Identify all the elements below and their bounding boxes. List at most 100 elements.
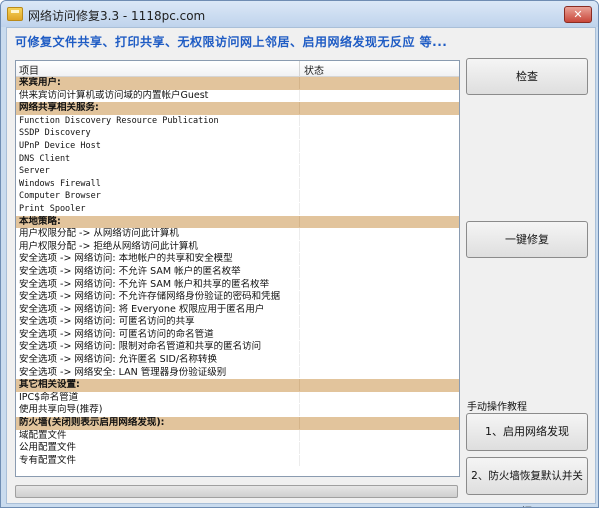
list-item[interactable]: 域配置文件 (16, 429, 459, 443)
title-bar[interactable]: 网络访问修复3.3 - 1118pc.com ✕ (1, 1, 598, 27)
column-header-item[interactable]: 项目 (19, 62, 39, 77)
item-label: DNS Client (19, 153, 71, 164)
item-label: 用户权限分配 -> 拒绝从网络访问此计算机 (19, 240, 198, 252)
window-title: 网络访问修复3.3 - 1118pc.com (28, 9, 206, 23)
list-item[interactable]: 公用配置文件 (16, 442, 459, 455)
list-item[interactable]: 安全选项 -> 网络访问: 可匿名访问的命名管道 (16, 328, 459, 342)
list-item[interactable]: 安全选项 -> 网络访问: 不允许 SAM 帐户和共享的匿名枚举 (16, 278, 459, 292)
list-item[interactable]: Function Discovery Resource Publication (16, 114, 459, 128)
item-label: 安全选项 -> 网络访问: 允许匿名 SID/名称转换 (19, 354, 218, 366)
cell-divider (299, 152, 300, 165)
item-label: 防火墙(关闭则表示启用网络发现): (19, 417, 165, 429)
list-item[interactable]: 安全选项 -> 网络访问: 可匿名访问的共享 (16, 316, 459, 329)
cell-divider (299, 404, 300, 417)
item-label: 网络共享相关服务: (19, 102, 99, 114)
cell-divider (299, 228, 300, 240)
app-window: 网络访问修复3.3 - 1118pc.com ✕ 可修复文件共享、打印共享、无权… (0, 0, 599, 508)
cell-divider (299, 265, 300, 278)
cell-divider (299, 215, 300, 228)
section-header-row[interactable]: 防火墙(关闭则表示启用网络发现): (16, 417, 459, 430)
column-divider[interactable] (299, 61, 300, 76)
item-label: 安全选项 -> 网络访问: 不允许 SAM 帐户的匿名枚举 (19, 265, 241, 277)
enable-network-discovery-button[interactable]: 1、启用网络发现 (466, 413, 588, 451)
app-icon (7, 7, 23, 21)
list-item[interactable]: 安全选项 -> 网络访问: 不允许存储网络身份验证的密码和凭据 (16, 291, 459, 304)
item-label: SSDP Discovery (19, 128, 91, 139)
item-label: 使用共享向导(推荐) (19, 404, 103, 416)
item-label: Server (19, 166, 50, 177)
cell-divider (299, 240, 300, 253)
item-label: Computer Browser (19, 191, 101, 202)
item-label: 专有配置文件 (19, 454, 77, 466)
list-item[interactable]: Server (16, 165, 459, 178)
section-header-row[interactable]: 网络共享相关服务: (16, 102, 459, 115)
item-label: 安全选项 -> 网络访问: 不允许存储网络身份验证的密码和凭据 (19, 291, 281, 303)
cell-divider (299, 177, 300, 190)
item-label: 供来宾访问计算机或访问域的内置帐户Guest (19, 89, 209, 101)
cell-divider (299, 454, 300, 467)
cell-divider (299, 417, 300, 429)
feature-banner: 可修复文件共享、打印共享、无权限访问网上邻居、启用网络发现无反应 等... (15, 35, 448, 49)
list-item[interactable]: Print Spooler (16, 202, 459, 216)
cell-divider (299, 391, 300, 404)
list-item[interactable]: Computer Browser (16, 190, 459, 203)
list-item[interactable]: 使用共享向导(推荐) (16, 404, 459, 417)
cell-divider (299, 291, 300, 303)
item-label: 安全选项 -> 网络访问: 本地帐户的共享和安全模型 (19, 253, 233, 265)
cell-divider (299, 354, 300, 366)
cell-divider (299, 190, 300, 202)
cell-divider (299, 139, 300, 152)
list-item[interactable]: 安全选项 -> 网络访问: 限制对命名管道和共享的匿名访问 (16, 341, 459, 354)
cell-divider (299, 253, 300, 265)
list-item[interactable]: 安全选项 -> 网络访问: 不允许 SAM 帐户的匿名枚举 (16, 265, 459, 279)
list-header: 项目 状态 (16, 61, 459, 77)
cell-divider (299, 165, 300, 177)
item-label: Function Discovery Resource Publication (19, 115, 219, 126)
section-header-row[interactable]: 来宾用户: (16, 77, 459, 90)
cell-divider (299, 89, 300, 102)
cell-divider (299, 328, 300, 341)
list-item[interactable]: 安全选项 -> 网络安全: LAN 管理器身份验证级别 (16, 366, 459, 380)
cell-divider (299, 127, 300, 139)
close-button[interactable]: ✕ (564, 6, 592, 23)
list-item[interactable]: 供来宾访问计算机或访问域的内置帐户Guest (16, 89, 459, 103)
cell-divider (299, 366, 300, 379)
item-label: Windows Firewall (19, 178, 101, 189)
list-item[interactable]: SSDP Discovery (16, 127, 459, 140)
list-item[interactable]: IPC$命名管道 (16, 391, 459, 405)
one-click-fix-button[interactable]: 一键修复 (466, 221, 588, 258)
item-label: 安全选项 -> 网络访问: 不允许 SAM 帐户和共享的匿名枚举 (19, 278, 270, 290)
list-item[interactable]: 安全选项 -> 网络访问: 允许匿名 SID/名称转换 (16, 354, 459, 367)
section-header-row[interactable]: 本地策略: (16, 215, 459, 229)
cell-divider (299, 341, 300, 354)
item-label: 本地策略: (19, 215, 61, 227)
cell-divider (299, 102, 300, 114)
cell-divider (299, 114, 300, 127)
item-label: 来宾用户: (19, 77, 61, 88)
status-list[interactable]: 项目 状态 来宾用户: 供来宾访问计算机或访问域的内置帐户Guest 网络共享相关服… (15, 60, 460, 477)
check-button[interactable]: 检查 (466, 58, 588, 95)
list-item[interactable]: DNS Client (16, 152, 459, 166)
list-item[interactable]: 安全选项 -> 网络访问: 将 Everyone 权限应用于匿名用户 (16, 303, 459, 317)
list-item[interactable]: 专有配置文件 (16, 454, 459, 468)
item-label: 安全选项 -> 网络安全: LAN 管理器身份验证级别 (19, 366, 227, 378)
cell-divider (299, 442, 300, 454)
cell-divider (299, 278, 300, 291)
cell-divider (299, 379, 300, 391)
list-item[interactable]: 用户权限分配 -> 从网络访问此计算机 (16, 228, 459, 241)
cell-divider (299, 316, 300, 328)
list-rows: 来宾用户: 供来宾访问计算机或访问域的内置帐户Guest 网络共享相关服务: Func… (16, 77, 459, 467)
list-item[interactable]: 安全选项 -> 网络访问: 本地帐户的共享和安全模型 (16, 253, 459, 266)
item-label: 安全选项 -> 网络访问: 可匿名访问的共享 (19, 316, 195, 328)
list-item[interactable]: UPnP Device Host (16, 139, 459, 153)
firewall-restore-button[interactable]: 2、防火墙恢复默认并关闭 (466, 457, 588, 507)
manual-tutorial-label: 手动操作教程 (467, 402, 527, 413)
item-label: 用户权限分配 -> 从网络访问此计算机 (19, 228, 179, 240)
item-label: 安全选项 -> 网络访问: 限制对命名管道和共享的匿名访问 (19, 341, 262, 353)
list-item[interactable]: 用户权限分配 -> 拒绝从网络访问此计算机 (16, 240, 459, 254)
section-header-row[interactable]: 其它相关设置: (16, 379, 459, 392)
cell-divider (299, 202, 300, 215)
list-item[interactable]: Windows Firewall (16, 177, 459, 191)
column-header-status[interactable]: 状态 (304, 62, 324, 77)
progress-bar (15, 485, 458, 498)
